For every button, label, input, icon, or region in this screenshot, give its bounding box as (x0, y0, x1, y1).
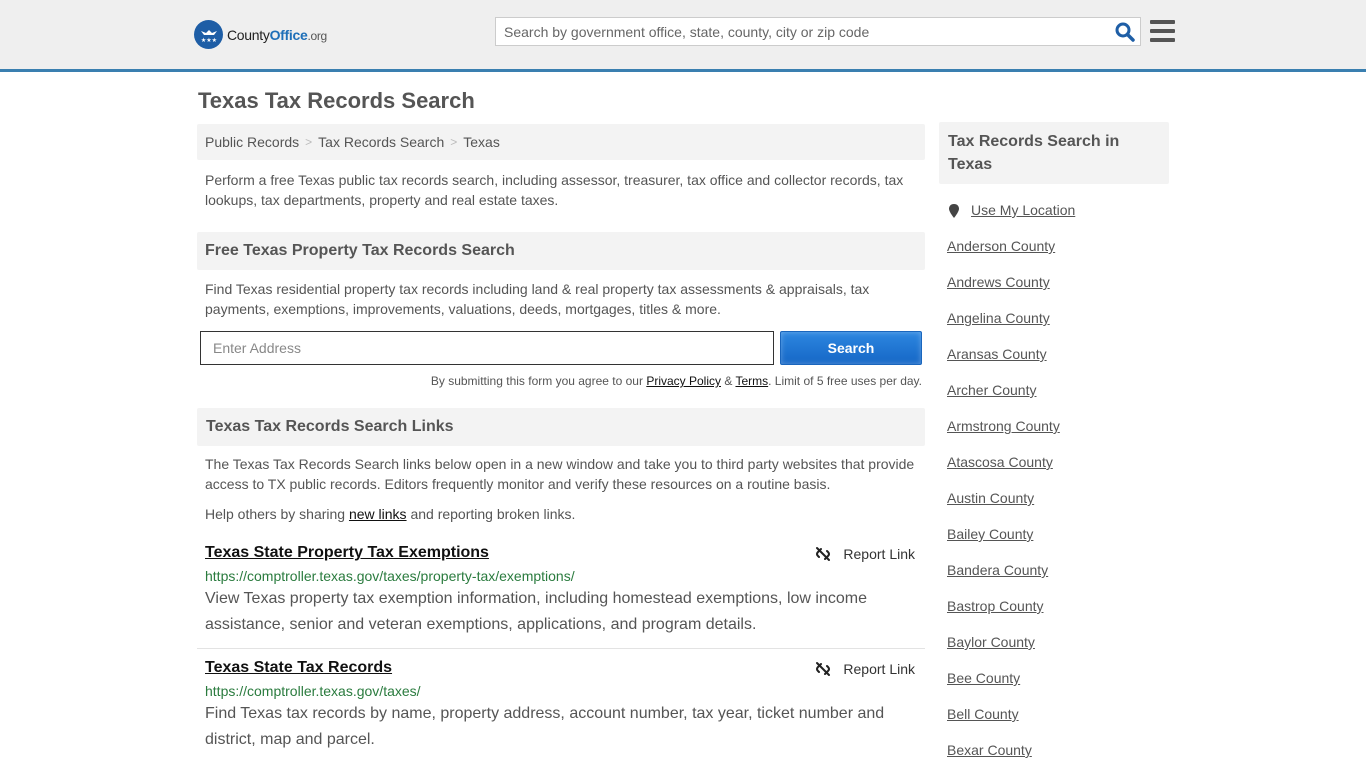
county-link[interactable]: Bexar County (947, 742, 1032, 758)
sidebar-item-bastrop-county[interactable]: Bastrop County (947, 598, 1169, 634)
county-link[interactable]: Bee County (947, 670, 1020, 686)
resource-link-title[interactable]: Texas State Property Tax Exemptions (205, 544, 489, 562)
address-search-form: Search (197, 331, 925, 365)
sidebar-item-armstrong-county[interactable]: Armstrong County (947, 418, 1169, 454)
resource-link-url: https://comptroller.texas.gov/taxes/prop… (205, 568, 575, 584)
hamburger-menu-icon[interactable] (1150, 20, 1175, 42)
broken-link-icon (816, 662, 831, 676)
address-search-button[interactable]: Search (780, 331, 922, 365)
site-header: ★★★ CountyOffice.org (0, 0, 1366, 72)
report-link-label: Report Link (843, 546, 915, 562)
new-links-link[interactable]: new links (349, 506, 407, 522)
use-my-location-link[interactable]: Use My Location (971, 202, 1075, 218)
logo-brand-office: Office (269, 26, 308, 43)
sidebar-item-bexar-county[interactable]: Bexar County (947, 742, 1169, 778)
sidebar-heading: Tax Records Search in Texas (939, 122, 1169, 184)
sidebar-item-aransas-county[interactable]: Aransas County (947, 346, 1169, 382)
map-pin-icon (949, 204, 959, 218)
report-link-button[interactable]: Report Link (815, 546, 915, 562)
sidebar-item-archer-county[interactable]: Archer County (947, 382, 1169, 418)
breadcrumb: Public Records > Tax Records Search > Te… (197, 124, 925, 160)
address-input[interactable] (200, 331, 774, 365)
county-link[interactable]: Anderson County (947, 238, 1055, 254)
links-section-heading: Texas Tax Records Search Links (197, 408, 925, 446)
sidebar-item-bandera-county[interactable]: Bandera County (947, 562, 1169, 598)
county-link[interactable]: Bastrop County (947, 598, 1044, 614)
logo[interactable]: ★★★ CountyOffice.org (194, 20, 327, 49)
global-search-input[interactable] (496, 23, 1110, 40)
county-link[interactable]: Atascosa County (947, 454, 1053, 470)
county-link[interactable]: Bailey County (947, 526, 1033, 542)
sidebar-item-atascosa-county[interactable]: Atascosa County (947, 454, 1169, 490)
links-section-description: The Texas Tax Records Search links below… (205, 456, 915, 492)
menu-bar (1150, 20, 1175, 24)
breadcrumb-separator: > (305, 135, 313, 149)
sidebar-item-bee-county[interactable]: Bee County (947, 670, 1169, 706)
svg-text:★★★: ★★★ (200, 37, 216, 44)
page-title: Texas Tax Records Search (198, 88, 475, 113)
disclaimer-amp: & (721, 374, 736, 388)
intro-text: Perform a free Texas public tax records … (205, 172, 904, 208)
report-link-label: Report Link (843, 661, 915, 677)
breadcrumb-separator: > (450, 135, 458, 149)
county-list: Use My Location Anderson County Andrews … (939, 202, 1169, 778)
county-link[interactable]: Armstrong County (947, 418, 1060, 434)
county-link[interactable]: Aransas County (947, 346, 1047, 362)
resource-link-item: Texas State Tax Records Report Link http… (197, 659, 925, 763)
county-link[interactable]: Bell County (947, 706, 1019, 722)
county-link[interactable]: Angelina County (947, 310, 1050, 326)
search-icon[interactable] (1110, 22, 1140, 42)
sidebar-item-andrews-county[interactable]: Andrews County (947, 274, 1169, 310)
sidebar: Tax Records Search in Texas Use My Locat… (939, 122, 1169, 778)
county-link[interactable]: Archer County (947, 382, 1036, 398)
privacy-policy-link[interactable]: Privacy Policy (646, 374, 721, 388)
report-link-button[interactable]: Report Link (815, 661, 915, 677)
main-content: Public Records > Tax Records Search > Te… (197, 124, 925, 763)
sidebar-item-bailey-county[interactable]: Bailey County (947, 526, 1169, 562)
help-suffix: and reporting broken links. (406, 506, 576, 522)
sidebar-item-austin-county[interactable]: Austin County (947, 490, 1169, 526)
logo-brand-county: County (227, 26, 270, 43)
county-link[interactable]: Andrews County (947, 274, 1050, 290)
resource-link-url: https://comptroller.texas.gov/taxes/ (205, 683, 421, 699)
form-disclaimer: By submitting this form you agree to our… (197, 374, 925, 388)
sidebar-item-bell-county[interactable]: Bell County (947, 706, 1169, 742)
property-search-description: Find Texas residential property tax reco… (205, 281, 870, 317)
sidebar-item-anderson-county[interactable]: Anderson County (947, 238, 1169, 274)
sidebar-item-angelina-county[interactable]: Angelina County (947, 310, 1169, 346)
use-my-location[interactable]: Use My Location (947, 202, 1169, 238)
menu-bar (1150, 29, 1175, 33)
logo-brand-suffix: .org (307, 28, 327, 43)
logo-eagle-icon: ★★★ (194, 20, 223, 49)
breadcrumb-public-records[interactable]: Public Records (205, 134, 299, 150)
menu-bar (1150, 38, 1175, 42)
logo-text: CountyOffice.org (227, 27, 327, 43)
sidebar-item-baylor-county[interactable]: Baylor County (947, 634, 1169, 670)
disclaimer-suffix: . Limit of 5 free uses per day. (768, 374, 922, 388)
terms-link[interactable]: Terms (735, 374, 768, 388)
resource-link-title[interactable]: Texas State Tax Records (205, 659, 392, 677)
county-link[interactable]: Austin County (947, 490, 1034, 506)
disclaimer-prefix: By submitting this form you agree to our (430, 374, 647, 388)
resource-link-description: View Texas property tax exemption inform… (205, 590, 867, 633)
property-search-heading: Free Texas Property Tax Records Search (197, 232, 925, 270)
breadcrumb-texas[interactable]: Texas (463, 134, 500, 150)
help-text: Help others by sharing new links and rep… (197, 504, 925, 524)
county-link[interactable]: Baylor County (947, 634, 1035, 650)
global-search (495, 17, 1141, 46)
resource-link-description: Find Texas tax records by name, property… (205, 705, 885, 748)
breadcrumb-tax-records-search[interactable]: Tax Records Search (318, 134, 444, 150)
broken-link-icon (816, 547, 831, 561)
help-prefix: Help others by sharing (205, 506, 349, 522)
county-link[interactable]: Bandera County (947, 562, 1048, 578)
resource-link-item: Texas State Property Tax Exemptions Repo… (197, 544, 925, 649)
